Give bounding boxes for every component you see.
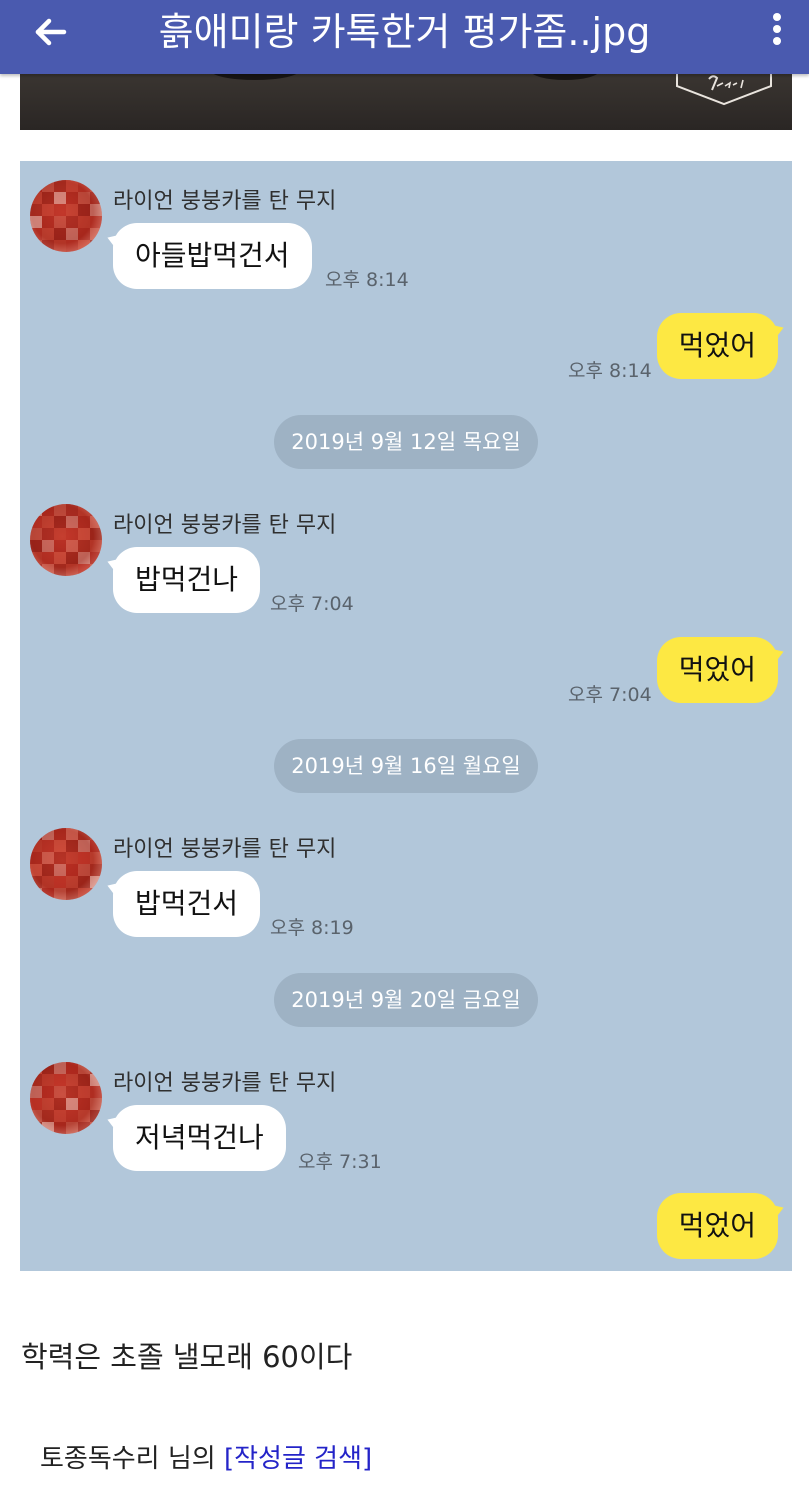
message-time: 오후 7:04 [568,684,652,706]
more-vertical-icon [773,13,781,45]
incoming-message-bubble: 밥먹건서 [113,871,261,937]
avatar [30,828,102,900]
page-title: 흙애미랑 카톡한거 평가좀..jpg [158,10,651,54]
post-caption: 학력은 초졸 낼모래 60이다 [21,1340,353,1374]
author-name: 토종독수리 님의 [40,1444,224,1474]
sender-name: 라이언 붕붕카를 탄 무지 [113,513,337,538]
outgoing-message-bubble: 먹었어 [656,637,778,703]
previous-image-bottom [20,74,792,130]
avatar [30,504,102,576]
date-divider: 2019년 9월 20일 금요일 [274,973,538,1027]
app-bar: 흙애미랑 카톡한거 평가좀..jpg [0,0,809,74]
kakaotalk-chat-screenshot: 라이언 붕붕카를 탄 무지 아들밥먹건서 오후 8:14 오후 8:14 먹었어… [20,161,792,1271]
more-menu-button[interactable] [763,10,791,60]
date-divider: 2019년 9월 12일 목요일 [274,415,538,469]
message-time: 오후 8:14 [568,360,652,382]
back-button[interactable] [22,10,72,60]
author-line: 토종독수리 님의 [작성글 검색] [40,1438,372,1475]
incoming-message-bubble: 아들밥먹건서 [113,223,312,289]
watermark-badge-icon [676,74,772,106]
outgoing-message-bubble: 먹었어 [656,313,778,379]
outgoing-message-bubble: 먹었어 [656,1193,778,1259]
sender-name: 라이언 붕붕카를 탄 무지 [113,837,337,862]
incoming-message-bubble: 밥먹건나 [113,547,261,613]
message-time: 오후 7:31 [298,1151,382,1173]
date-divider: 2019년 9월 16일 월요일 [274,739,538,793]
sender-name: 라이언 붕붕카를 탄 무지 [113,189,337,214]
message-time: 오후 8:14 [325,269,409,291]
message-time: 오후 7:04 [270,593,354,615]
avatar [30,1062,102,1134]
sender-name: 라이언 붕붕카를 탄 무지 [113,1071,337,1096]
incoming-message-bubble: 저녁먹건나 [113,1105,286,1171]
arrow-left-icon [35,18,67,46]
avatar [30,180,102,252]
author-posts-search-link[interactable]: [작성글 검색] [224,1444,372,1474]
message-time: 오후 8:19 [270,917,354,939]
